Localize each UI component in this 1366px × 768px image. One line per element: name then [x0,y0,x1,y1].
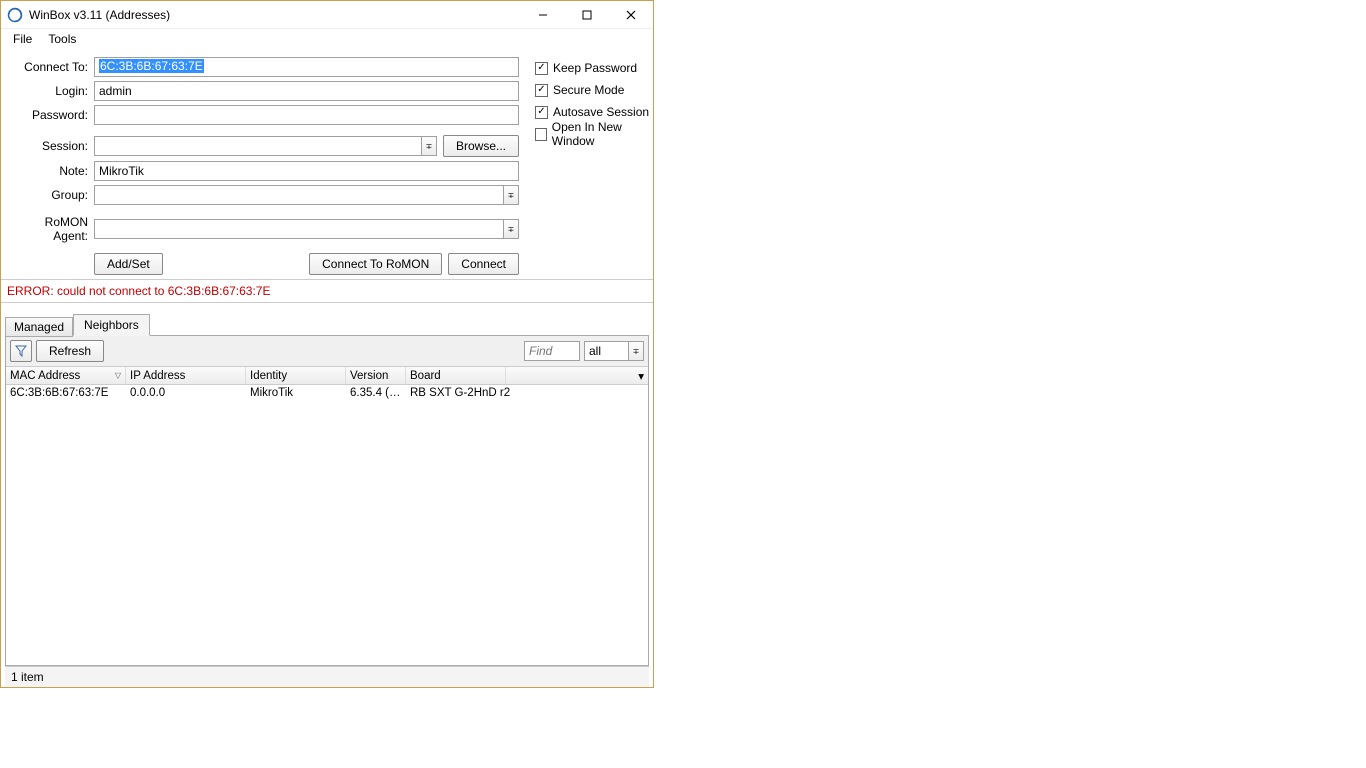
label-login: Login: [9,84,94,98]
th-version[interactable]: Version [346,367,406,384]
tab-neighbors[interactable]: Neighbors [73,314,150,336]
tab-content: Refresh ∓ MAC Address ▽ IP Address ‍ [5,335,649,666]
maximize-button[interactable] [565,1,609,29]
label-connect-to: Connect To: [9,60,94,74]
check-secure-mode-row[interactable]: ✓ Secure Mode [535,81,655,99]
neighbors-table: MAC Address ▽ IP Address ‍ Identity Vers… [6,366,648,665]
session-dropdown-icon[interactable]: ∓ [421,136,437,156]
note-input[interactable] [94,161,519,181]
login-input[interactable] [94,81,519,101]
group-input[interactable] [94,185,503,205]
window-title: WinBox v3.11 (Addresses) [29,8,521,22]
form-right: ✓ Keep Password ✓ Secure Mode ✓ Autosave… [535,57,655,275]
connect-to-value: 6C:3B:6B:67:63:7E [99,59,204,73]
cell-mac: 6C:3B:6B:67:63:7E [6,387,126,399]
add-set-button[interactable]: Add/Set [94,253,163,275]
password-input[interactable] [94,105,519,125]
label-romon-agent: RoMON Agent: [9,215,94,243]
check-new-window-label: Open In New Window [552,120,655,148]
table-row[interactable]: 6C:3B:6B:67:63:7E 0.0.0.0 MikroTik 6.35.… [6,385,648,401]
th-ip[interactable]: IP Address ‍ [126,367,246,384]
toolbar: Refresh ∓ [6,336,648,366]
label-note: Note: [9,164,94,178]
check-keep-password[interactable]: ✓ [535,62,548,75]
table-header: MAC Address ▽ IP Address ‍ Identity Vers… [6,367,648,385]
romon-agent-dropdown-icon[interactable]: ∓ [503,219,519,239]
label-session: Session: [9,139,94,153]
filter-button[interactable] [10,340,32,362]
label-password: Password: [9,108,94,122]
form-area: Connect To: 6C:3B:6B:67:63:7E Login: Pas… [1,49,653,279]
check-secure-mode[interactable]: ✓ [535,84,548,97]
tab-strip: Managed Neighbors [5,313,649,335]
minimize-button[interactable] [521,1,565,29]
window-controls [521,1,653,29]
winbox-window: WinBox v3.11 (Addresses) File Tools Conn… [0,0,654,688]
close-button[interactable] [609,1,653,29]
menu-file[interactable]: File [5,30,40,48]
check-keep-password-label: Keep Password [553,61,637,75]
check-new-window-row[interactable]: Open In New Window [535,125,655,143]
status-bar: 1 item [5,666,649,687]
cell-board: RB SXT G-2HnD r2 [406,387,648,399]
menu-tools[interactable]: Tools [40,30,84,48]
sort-indicator-icon: ▽ [115,371,121,380]
column-menu-icon: ▾ [638,369,644,383]
tab-managed[interactable]: Managed [5,317,73,337]
connect-to-input[interactable]: 6C:3B:6B:67:63:7E [94,57,519,77]
session-input[interactable] [94,136,421,156]
menubar: File Tools [1,29,653,49]
th-board[interactable]: Board [406,367,506,384]
filter-all-dropdown-icon[interactable]: ∓ [628,341,644,361]
find-input[interactable] [524,341,580,361]
tabs-area: Managed Neighbors Refresh ∓ [5,313,649,687]
check-autosave-label: Autosave Session [553,105,649,119]
refresh-button[interactable]: Refresh [36,340,104,362]
check-new-window[interactable] [535,128,547,141]
group-dropdown-icon[interactable]: ∓ [503,185,519,205]
cell-identity: MikroTik [246,387,346,399]
titlebar: WinBox v3.11 (Addresses) [1,1,653,29]
form-left: Connect To: 6C:3B:6B:67:63:7E Login: Pas… [9,57,519,275]
cell-version: 6.35.4 (st... [346,387,406,399]
error-message: ERROR: could not connect to 6C:3B:6B:67:… [1,279,653,303]
funnel-icon [15,345,27,357]
label-group: Group: [9,188,94,202]
th-identity[interactable]: Identity [246,367,346,384]
app-icon [7,7,23,23]
browse-button[interactable]: Browse... [443,135,519,157]
connect-romon-button[interactable]: Connect To RoMON [309,253,442,275]
cell-ip: 0.0.0.0 [126,387,246,399]
check-autosave[interactable]: ✓ [535,106,548,119]
check-keep-password-row[interactable]: ✓ Keep Password [535,59,655,77]
th-mac[interactable]: MAC Address ▽ [6,367,126,384]
romon-agent-input[interactable] [94,219,503,239]
check-autosave-row[interactable]: ✓ Autosave Session [535,103,655,121]
connect-button[interactable]: Connect [448,253,519,275]
check-secure-mode-label: Secure Mode [553,83,624,97]
th-menu[interactable]: ▾ [506,367,648,384]
filter-all-input[interactable] [584,341,628,361]
